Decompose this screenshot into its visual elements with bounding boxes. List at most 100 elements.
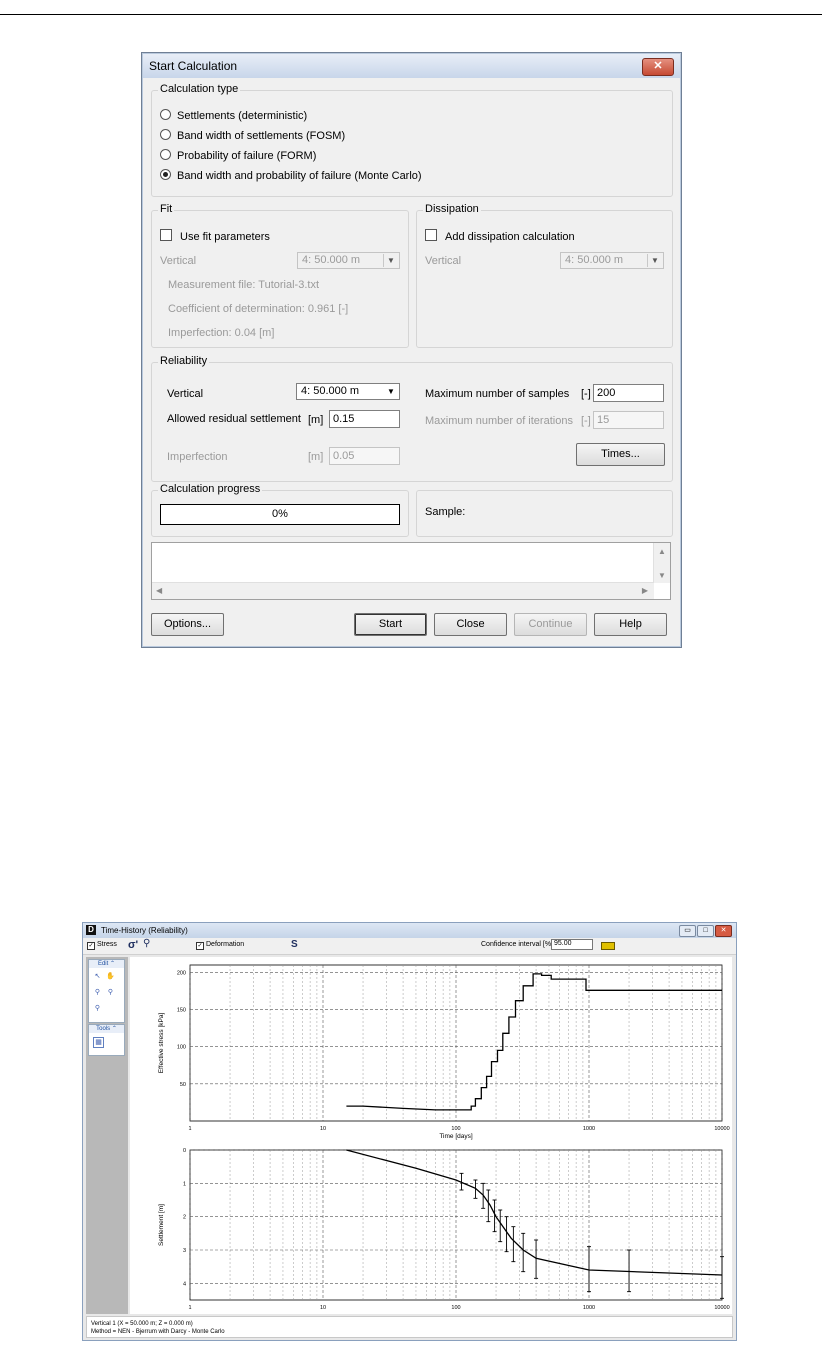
radio-settlements-button[interactable] (160, 109, 171, 120)
confidence-interval-label: Confidence interval [%] (481, 941, 553, 948)
use-fit-checkbox-box[interactable] (160, 229, 172, 241)
plot-area: 1 10 100 1000 10000 50 100 150 200 Time [days] Eff… (130, 957, 732, 1314)
fit-vertical-value: 4: 50.000 m (302, 254, 361, 266)
deformation-checkbox[interactable]: ✓ Deformation (196, 941, 244, 950)
x-tick-label: 1 (188, 1126, 191, 1132)
sigma-icon[interactable]: σ' (128, 939, 138, 951)
confidence-interval-input[interactable]: 95.00 (551, 939, 593, 950)
x-tick-label: 10000 (714, 1305, 729, 1311)
scroll-right-icon[interactable]: ▶ (642, 586, 648, 595)
chevron-down-icon[interactable]: ▼ (384, 385, 398, 398)
radio-settlements[interactable]: Settlements (deterministic) (160, 109, 307, 122)
edit-panel: Edit ⌃ ↖ ✋ ⚲ ⚲ ⚲ (88, 959, 125, 1023)
radio-monte-carlo-label: Band width and probability of failure (M… (177, 170, 422, 182)
progress-bar: 0% (160, 504, 400, 525)
app-logo-icon: D (86, 925, 96, 935)
deformation-check-mark[interactable]: ✓ (196, 942, 204, 950)
x-tick-label: 10 (320, 1305, 326, 1311)
radio-form-label: Probability of failure (FORM) (177, 150, 317, 162)
radio-monte-carlo[interactable]: Band width and probability of failure (M… (160, 169, 422, 182)
sigma-zoom-icon[interactable]: ⚲ (143, 938, 150, 949)
radio-fosm-button[interactable] (160, 129, 171, 140)
max-iterations-label: Maximum number of iterations (425, 415, 573, 427)
time-history-title: Time-History (Reliability) (101, 926, 188, 935)
max-samples-unit: [-] (581, 388, 591, 400)
fit-legend: Fit (158, 203, 175, 215)
chevron-down-icon: ▼ (647, 254, 662, 267)
time-history-toolbar: ✓ Stress σ' ⚲ ✓ Deformation S Confidence i… (83, 938, 736, 955)
allowed-residual-label: Allowed residual settlement (167, 413, 301, 425)
start-calculation-dialog: Start Calculation ✕ Calculation type Set… (141, 52, 682, 648)
page-top-rule (0, 14, 822, 15)
reliability-vertical-combo[interactable]: 4: 50.000 m ▼ (296, 383, 400, 400)
close-icon[interactable]: ✕ (642, 58, 674, 76)
start-button[interactable]: Start (354, 613, 427, 636)
reliability-group: Reliability Vertical 4: 50.000 m ▼ Allow… (151, 355, 673, 482)
zoom-in-icon[interactable]: ⚲ (93, 988, 102, 997)
y-tick-label: 4 (183, 1281, 186, 1287)
y-axis-label: Settlement [m] (158, 1204, 165, 1246)
y-tick-label: 150 (177, 1008, 186, 1014)
help-button[interactable]: Help (594, 613, 667, 636)
y-tick-label: 100 (177, 1045, 186, 1051)
max-samples-input[interactable]: 200 (593, 384, 664, 402)
horizontal-scrollbar[interactable]: ◀ ▶ (152, 582, 654, 599)
chart-properties-icon[interactable]: ▦ (93, 1037, 104, 1048)
tools-panel-header[interactable]: Tools ⌃ (89, 1025, 124, 1033)
scroll-left-icon[interactable]: ◀ (156, 586, 162, 595)
fit-group: Fit Use fit parameters Vertical 4: 50.00… (151, 203, 409, 348)
fit-vertical-label: Vertical (160, 255, 197, 267)
zoom-out-icon[interactable]: ⚲ (106, 988, 115, 997)
pointer-icon[interactable]: ↖ (93, 972, 102, 981)
maximize-icon[interactable]: □ (697, 925, 714, 937)
add-dissipation-checkbox[interactable]: Add dissipation calculation (425, 229, 575, 243)
dialog-client: Calculation type Settlements (determinis… (143, 79, 680, 646)
dialog-titlebar[interactable]: Start Calculation ✕ (143, 54, 680, 78)
continue-button: Continue (514, 613, 587, 636)
radio-fosm[interactable]: Band width of settlements (FOSM) (160, 129, 345, 142)
use-fit-label: Use fit parameters (180, 231, 270, 243)
radio-form[interactable]: Probability of failure (FORM) (160, 149, 316, 162)
scroll-up-icon[interactable]: ▲ (658, 547, 666, 556)
close-button[interactable]: Close (434, 613, 507, 636)
x-tick-label: 1000 (583, 1126, 595, 1132)
allowed-residual-input[interactable]: 0.15 (329, 410, 400, 428)
x-tick-label: 100 (451, 1126, 460, 1132)
zoom-limits-icon[interactable]: ⚲ (93, 1004, 102, 1013)
x-axis-label: Time [days] (439, 1133, 473, 1140)
radio-fosm-label: Band width of settlements (FOSM) (177, 130, 346, 142)
times-button[interactable]: Times... (576, 443, 665, 466)
y-tick-label: 0 (183, 1148, 186, 1154)
sample-label: Sample: (425, 506, 466, 518)
status-line-vertical: Vertical 1 (X = 50.000 m; Z = 0.000 m) (91, 1321, 193, 1327)
radio-form-button[interactable] (160, 149, 171, 160)
pan-hand-icon[interactable]: ✋ (106, 972, 115, 981)
output-memo[interactable]: ▲ ▼ ◀ ▶ (151, 542, 671, 600)
use-fit-checkbox[interactable]: Use fit parameters (160, 229, 270, 243)
y-tick-label: 1 (183, 1181, 186, 1187)
tools-panel: Tools ⌃ ▦ (88, 1024, 125, 1056)
stress-check-mark[interactable]: ✓ (87, 942, 95, 950)
imperfection-label: Imperfection (167, 451, 228, 463)
ellipsis-button-icon[interactable] (601, 942, 615, 950)
progress-value: 0% (272, 508, 288, 520)
settlement-s-icon[interactable]: S (291, 939, 298, 950)
edit-panel-header[interactable]: Edit ⌃ (89, 960, 124, 968)
close-icon[interactable]: ✕ (715, 925, 732, 937)
scroll-down-icon[interactable]: ▼ (658, 571, 666, 580)
time-history-titlebar[interactable]: D Time-History (Reliability) ▭ □ ✕ (83, 923, 736, 938)
reliability-legend: Reliability (158, 355, 210, 367)
y-tick-label: 200 (177, 970, 186, 976)
x-tick-label: 100 (451, 1305, 460, 1311)
calculation-type-group: Calculation type Settlements (determinis… (151, 83, 673, 197)
stress-checkbox[interactable]: ✓ Stress (87, 941, 117, 950)
y-tick-label: 2 (183, 1215, 186, 1221)
minimize-icon[interactable]: ▭ (679, 925, 696, 937)
add-dissipation-checkbox-box[interactable] (425, 229, 437, 241)
x-tick-label: 1 (188, 1305, 191, 1311)
vertical-scrollbar[interactable]: ▲ ▼ (653, 543, 670, 583)
radio-monte-carlo-button[interactable] (160, 169, 171, 180)
tools-label: Tools (96, 1026, 111, 1032)
options-button[interactable]: Options... (151, 613, 224, 636)
reliability-vertical-label: Vertical (167, 388, 204, 400)
